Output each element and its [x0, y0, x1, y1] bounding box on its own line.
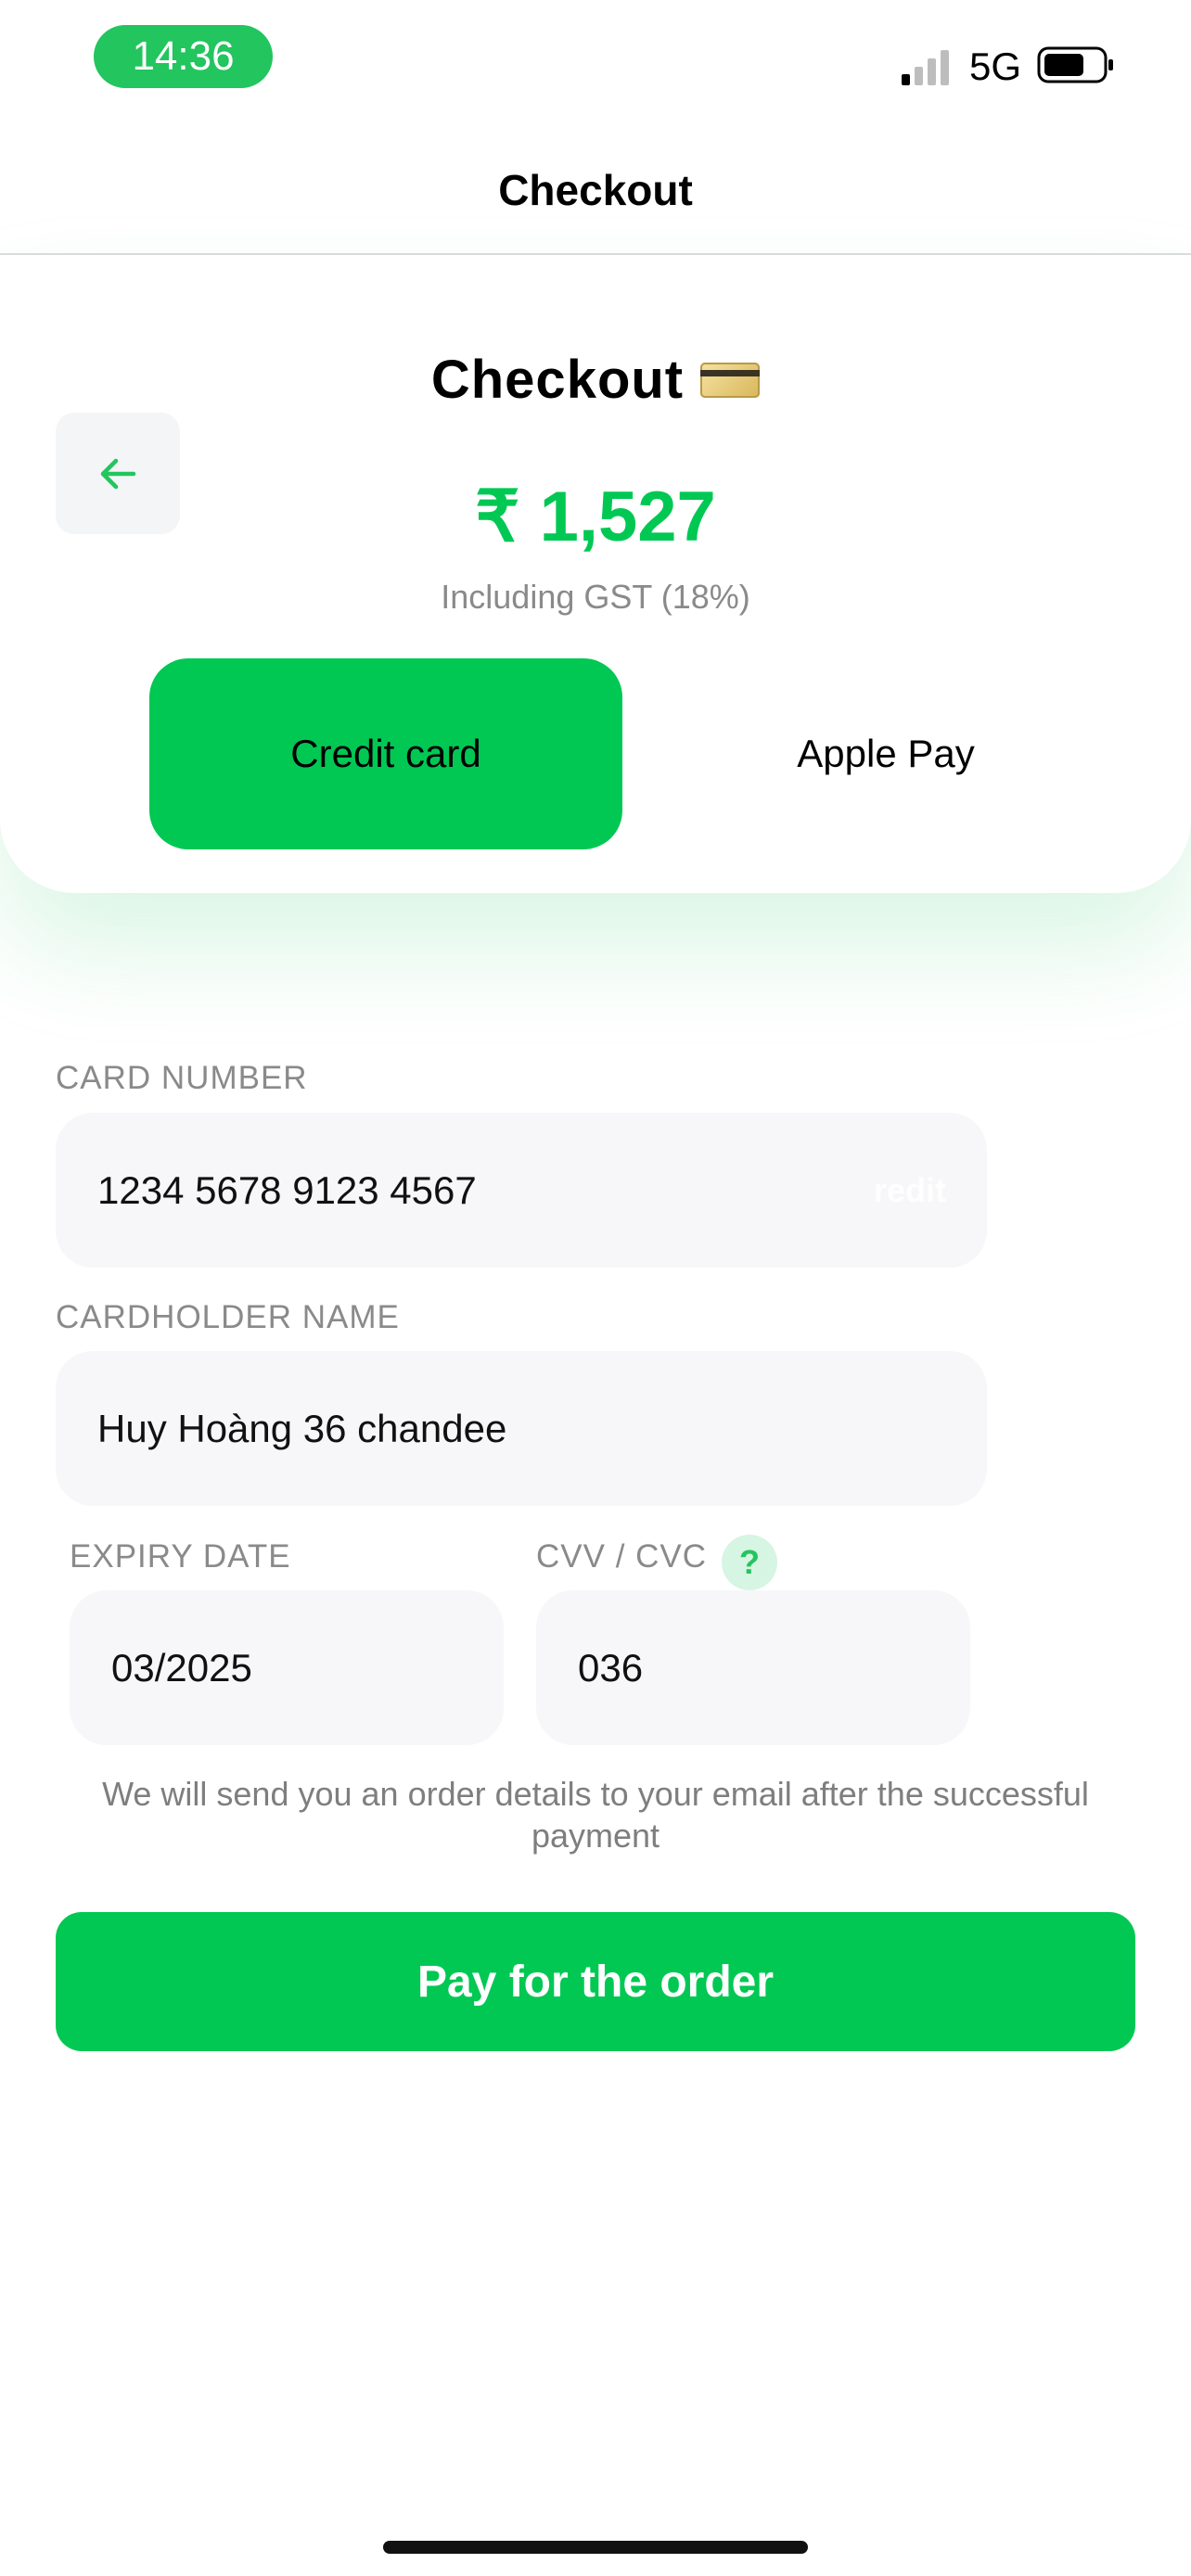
- cvv-field[interactable]: 036: [536, 1590, 970, 1745]
- card-number-field[interactable]: 1234 5678 9123 4567 redit: [56, 1113, 987, 1268]
- status-time: 14:36: [94, 25, 273, 88]
- card-title: Checkout: [0, 349, 1191, 411]
- card-brand-logo: redit: [873, 1170, 946, 1209]
- tab-credit-card-label: Credit card: [290, 732, 481, 775]
- expiry-date-value: 03/2025: [111, 1645, 252, 1690]
- nav-title: Checkout: [498, 166, 693, 214]
- tab-credit-card[interactable]: Credit card: [149, 658, 622, 849]
- card-number-label: CARD NUMBER: [56, 1060, 308, 1096]
- pay-button[interactable]: Pay for the order: [56, 1912, 1135, 2051]
- pay-button-label: Pay for the order: [416, 1957, 775, 2007]
- network-label: 5G: [969, 45, 1022, 88]
- credit-card-emoji-icon: [700, 362, 761, 398]
- tax-note: Including GST (18%): [441, 578, 750, 616]
- tab-apple-pay[interactable]: Apple Pay: [647, 658, 1125, 849]
- home-indicator[interactable]: [383, 2541, 808, 2554]
- tab-apple-pay-label: Apple Pay: [797, 732, 975, 775]
- email-notice: We will send you an order details to you…: [102, 1775, 1089, 1855]
- card-title-text: Checkout: [430, 350, 685, 410]
- cardholder-name-field[interactable]: Huy Hoàng 36 chandee: [56, 1351, 987, 1506]
- card-number-value: 1234 5678 9123 4567: [97, 1167, 477, 1212]
- signal-icon: [902, 50, 949, 85]
- battery-icon: [1037, 46, 1113, 83]
- expiry-date-field[interactable]: 03/2025: [70, 1590, 504, 1745]
- help-icon[interactable]: ?: [722, 1535, 777, 1590]
- cardholder-name-label: CARDHOLDER NAME: [56, 1299, 400, 1335]
- order-amount: ₹ 1,527: [475, 478, 716, 556]
- cvv-value: 036: [578, 1645, 644, 1690]
- cardholder-name-value: Huy Hoàng 36 chandee: [97, 1406, 507, 1450]
- expiry-date-label: EXPIRY DATE: [70, 1538, 291, 1575]
- cvv-label: CVV / CVC: [536, 1538, 708, 1575]
